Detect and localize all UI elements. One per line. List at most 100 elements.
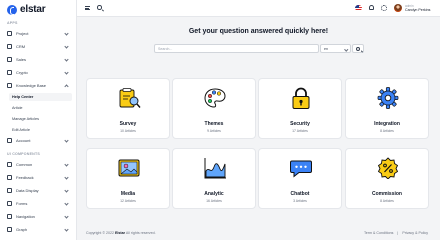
category-title: Analytic bbox=[204, 191, 224, 197]
footer-links: Term & Conditions | Privacy & Policy bbox=[364, 231, 428, 235]
sidebar-item-account[interactable]: Account bbox=[5, 136, 72, 145]
privacy-link[interactable]: Privacy & Policy bbox=[402, 231, 428, 235]
chart-icon bbox=[204, 158, 226, 179]
top-header: admin Carolyn Perkins bbox=[77, 0, 440, 17]
sidebar-subitem-help-center[interactable]: Help Center bbox=[9, 93, 72, 101]
avatar[interactable] bbox=[394, 4, 402, 12]
sidebar-item-label: Forms bbox=[16, 201, 28, 206]
bell-icon[interactable] bbox=[369, 5, 374, 10]
category-count: 3 Articles bbox=[293, 199, 307, 203]
category-count: 9 Articles bbox=[207, 129, 221, 133]
search-button[interactable] bbox=[352, 44, 364, 53]
sidebar-item-label: Data Display bbox=[16, 188, 39, 193]
sidebar-subitem-edit-article[interactable]: Edit Article bbox=[9, 126, 72, 134]
sidebar-subitem-article[interactable]: Article bbox=[9, 104, 72, 112]
category-card-integration[interactable]: Integration 8 Articles bbox=[345, 78, 429, 139]
sidebar-item-common[interactable]: Common bbox=[5, 160, 72, 169]
sidebar-item-label: Graph bbox=[16, 227, 28, 232]
sidebar-item-label: CRM bbox=[16, 44, 26, 49]
common-icon bbox=[7, 162, 12, 167]
chat-icon bbox=[290, 160, 312, 178]
logo-text: elstar bbox=[20, 4, 46, 15]
sidebar-item-knowledge-base[interactable]: Knowledge Base bbox=[5, 81, 72, 90]
logo[interactable]: elstar bbox=[7, 4, 46, 15]
footer-copyright: Copyright © 2022 Elstar All rights reser… bbox=[86, 231, 156, 235]
sidebar-item-label: Sales bbox=[16, 57, 27, 62]
rights-text: All rights reserved. bbox=[125, 231, 156, 235]
sidebar-item-label: Knowledge Base bbox=[16, 83, 47, 88]
sidebar-item-label: Common bbox=[16, 162, 33, 167]
image-icon bbox=[118, 159, 140, 177]
sidebar-item-graph[interactable]: Graph bbox=[5, 225, 72, 234]
category-card-themes[interactable]: Themes 9 Articles bbox=[172, 78, 256, 139]
category-title: Media bbox=[120, 191, 136, 197]
chevron-down-icon bbox=[64, 30, 69, 36]
sidebar: elstar APPS Project CRM Sales Crypto Kno… bbox=[0, 0, 77, 240]
chevron-down-icon bbox=[64, 200, 69, 206]
terms-link[interactable]: Term & Conditions bbox=[364, 231, 393, 235]
sidebar-item-project[interactable]: Project bbox=[5, 29, 72, 38]
category-card-commission[interactable]: Commission 8 Articles bbox=[345, 148, 429, 209]
category-card-survey[interactable]: Survey 10 Articles bbox=[86, 78, 170, 139]
search-placeholder: Search... bbox=[158, 47, 173, 51]
percent-icon bbox=[377, 157, 399, 179]
navigation-icon bbox=[7, 214, 12, 219]
footer-separator: | bbox=[397, 231, 399, 235]
user-name[interactable]: Carolyn Perkins bbox=[405, 8, 430, 12]
sidebar-item-crypto[interactable]: Crypto bbox=[5, 68, 72, 77]
data-display-icon bbox=[7, 188, 12, 193]
chevron-down-icon bbox=[64, 187, 69, 193]
chevron-down-icon bbox=[64, 213, 69, 219]
section-label-apps: APPS bbox=[7, 21, 18, 25]
sidebar-item-data-display[interactable]: Data Display bbox=[5, 186, 72, 195]
category-count: 8 Articles bbox=[380, 199, 394, 203]
palette-icon bbox=[204, 88, 226, 108]
category-card-media[interactable]: Media 12 Articles bbox=[86, 148, 170, 209]
user-role: admin bbox=[405, 3, 414, 8]
category-title: Themes bbox=[204, 121, 224, 127]
language-select[interactable]: en bbox=[320, 44, 351, 53]
sidebar-item-label: Navigation bbox=[16, 214, 35, 219]
graph-icon bbox=[7, 227, 12, 232]
footer-brand: Elstar bbox=[115, 231, 126, 235]
menu-icon[interactable] bbox=[85, 6, 90, 10]
gear-icon[interactable] bbox=[381, 5, 387, 11]
sidebar-subitem-manage-articles[interactable]: Manage Articles bbox=[9, 115, 72, 123]
logo-icon bbox=[7, 4, 17, 15]
copyright-text: Copyright © 2022 bbox=[86, 231, 115, 235]
search-icon[interactable] bbox=[97, 5, 102, 10]
sidebar-item-label: Feedback bbox=[16, 175, 34, 180]
category-count: 17 Articles bbox=[292, 129, 308, 133]
chevron-down-icon bbox=[64, 226, 69, 232]
sidebar-item-label: Crypto bbox=[16, 70, 28, 75]
language-value: en bbox=[324, 47, 328, 51]
category-card-analytic[interactable]: Analytic 16 Articles bbox=[172, 148, 256, 209]
chevron-down-icon bbox=[64, 174, 69, 180]
sidebar-item-feedback[interactable]: Feedback bbox=[5, 173, 72, 182]
chevron-down-icon bbox=[64, 56, 69, 62]
crm-icon bbox=[7, 44, 12, 49]
sales-icon bbox=[7, 57, 12, 62]
survey-icon bbox=[119, 88, 141, 108]
page-title: Get your question answered quickly here! bbox=[188, 28, 329, 35]
account-icon bbox=[7, 138, 12, 143]
search-input[interactable]: Search... bbox=[154, 44, 319, 53]
category-card-security[interactable]: Security 17 Articles bbox=[258, 78, 342, 139]
category-title: Chatbot bbox=[290, 191, 310, 197]
category-count: 8 Articles bbox=[380, 129, 394, 133]
gear-icon bbox=[377, 87, 399, 109]
category-title: Integration bbox=[374, 121, 400, 127]
crypto-icon bbox=[7, 70, 12, 75]
category-title: Survey bbox=[119, 121, 137, 127]
sidebar-item-navigation[interactable]: Navigation bbox=[5, 212, 72, 221]
sidebar-item-forms[interactable]: Forms bbox=[5, 199, 72, 208]
chevron-down-icon bbox=[64, 137, 69, 143]
sidebar-item-crm[interactable]: CRM bbox=[5, 42, 72, 51]
category-card-chatbot[interactable]: Chatbot 3 Articles bbox=[258, 148, 342, 209]
feedback-icon bbox=[7, 175, 12, 180]
category-count: 16 Articles bbox=[206, 199, 222, 203]
category-title: Commission bbox=[371, 191, 402, 197]
forms-icon bbox=[7, 201, 12, 206]
sidebar-item-sales[interactable]: Sales bbox=[5, 55, 72, 64]
us-flag-icon[interactable] bbox=[355, 5, 362, 11]
